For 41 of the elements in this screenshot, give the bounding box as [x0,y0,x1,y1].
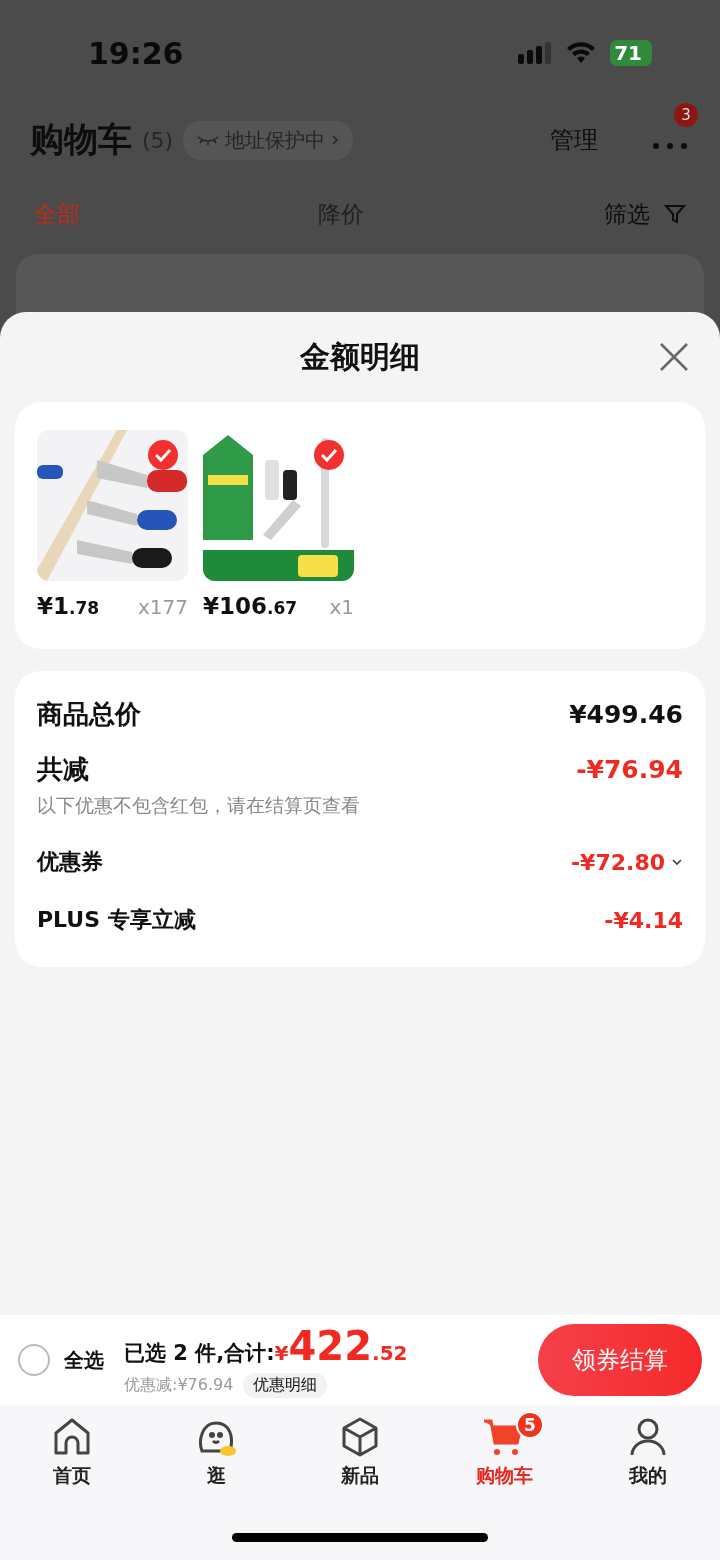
more-icon [652,142,688,150]
discount-text: 优惠减:¥76.94 [124,1374,234,1396]
checkout-button[interactable]: 领券结算 [538,1324,702,1396]
filter-button[interactable]: 筛选 [604,198,686,230]
filter-icon [664,203,686,225]
tab-bar-item[interactable]: 新品 [310,1415,410,1489]
summary-amount: -¥4.14 [604,907,683,933]
tab-bar-item[interactable]: 我的 [598,1415,698,1489]
summary-amount: -¥76.94 [576,755,683,784]
total-price: ¥422.52 [274,1322,408,1369]
summary-label: PLUS 专享立减 [37,906,196,934]
discount-detail-button[interactable]: 优惠明细 [243,1372,328,1398]
summary-label: 共减 [37,753,89,786]
wifi-icon [566,42,597,64]
sheet-title: 金额明细 [300,337,420,376]
tab-bar-item[interactable]: 逛 [166,1415,266,1489]
check-icon [320,448,338,462]
summary-amount: ¥499.46 [569,700,683,729]
summary-amount: -¥72.80 [570,849,665,875]
chevron-down-icon[interactable] [671,858,683,866]
summary-note: 以下优惠不包含红包，请在结算页查看 [37,793,361,818]
battery-level: 71 [610,40,652,66]
selected-summary: 已选 2 件,合计: [124,1339,275,1367]
closed-eye-icon [197,135,220,145]
manage-button[interactable]: 管理 [544,123,604,157]
product-price: ¥106.67 [203,593,298,619]
notification-badge: 3 [674,103,698,127]
chevron-right-icon [331,134,340,146]
signal-icon [518,42,553,64]
product-quantity: x177 [138,595,188,619]
cart-badge: 5 [516,1411,544,1439]
tab-bar-item[interactable]: 首页 [22,1415,122,1489]
check-icon [154,448,172,462]
product-quantity: x1 [329,595,354,619]
summary-label: 商品总价 [37,698,141,731]
page-title: 购物车 [30,118,132,161]
product-price: ¥1.78 [37,593,100,619]
select-all-label[interactable]: 全选 [64,1346,104,1374]
select-all-checkbox[interactable] [18,1344,50,1376]
clock: 19:26 [88,35,184,71]
summary-label: 优惠券 [37,848,103,876]
